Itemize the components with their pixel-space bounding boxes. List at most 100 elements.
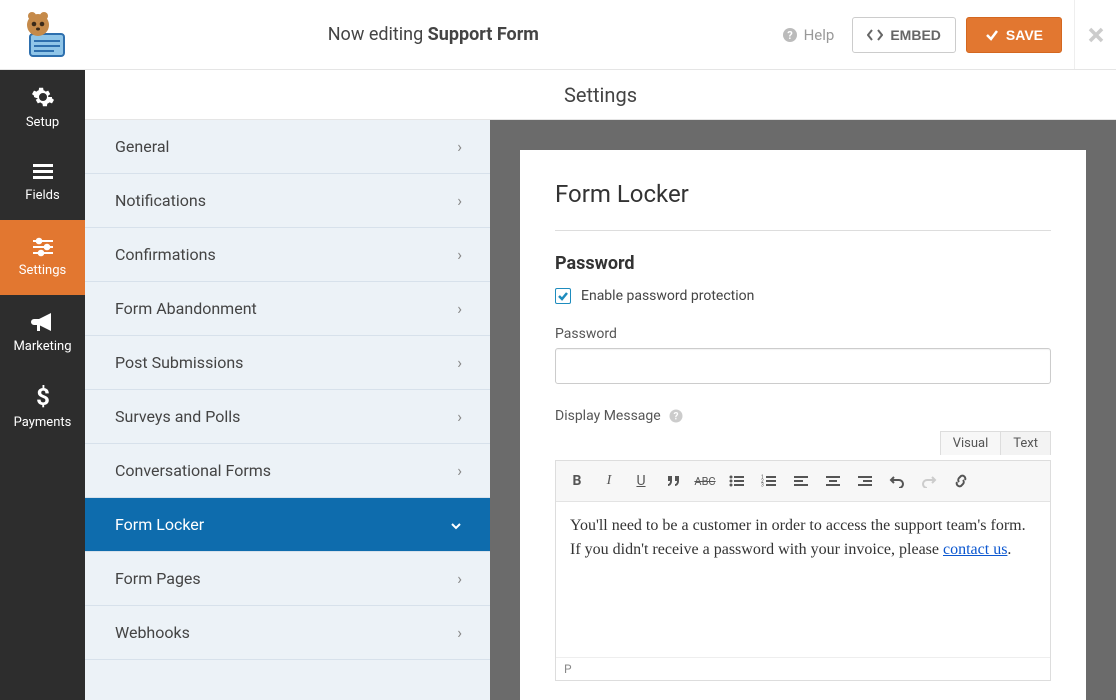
- gear-icon: [31, 85, 55, 109]
- embed-button[interactable]: EMBED: [852, 17, 956, 53]
- chevron-right-icon: ›: [457, 353, 462, 372]
- code-icon: [867, 28, 883, 42]
- settings-item-label: Notifications: [115, 191, 206, 210]
- align-right-button[interactable]: [850, 467, 880, 495]
- strikethrough-button[interactable]: ABC: [690, 467, 720, 495]
- settings-item-label: Webhooks: [115, 623, 190, 642]
- now-editing-label: Now editing Support Form: [85, 24, 782, 45]
- embed-label: EMBED: [890, 27, 941, 43]
- save-label: SAVE: [1006, 27, 1043, 43]
- chevron-right-icon: ›: [457, 137, 462, 156]
- help-icon: ?: [782, 27, 798, 43]
- redo-button[interactable]: [914, 467, 944, 495]
- sidebar-item-payments[interactable]: $ Payments: [0, 370, 85, 445]
- message-text-suffix: .: [1007, 541, 1011, 558]
- list-icon: [31, 162, 55, 182]
- close-icon: [1087, 26, 1105, 44]
- chevron-right-icon: ›: [457, 623, 462, 642]
- blockquote-button[interactable]: [658, 467, 688, 495]
- enable-password-label: Enable password protection: [581, 288, 754, 304]
- panel-title: Form Locker: [555, 180, 1051, 208]
- italic-button[interactable]: I: [594, 467, 624, 495]
- settings-item-form-pages[interactable]: Form Pages ›: [85, 552, 490, 606]
- help-link[interactable]: ? Help: [782, 26, 835, 44]
- enable-password-checkbox[interactable]: [555, 288, 571, 304]
- svg-text:$: $: [36, 385, 50, 409]
- settings-item-label: Form Pages: [115, 569, 201, 588]
- rich-text-editor: Visual Text B I U ABC 123: [555, 460, 1051, 681]
- svg-text:3: 3: [761, 483, 764, 489]
- svg-text:?: ?: [673, 412, 678, 423]
- chevron-right-icon: ›: [457, 569, 462, 588]
- chevron-right-icon: ›: [457, 461, 462, 480]
- password-input[interactable]: [555, 348, 1051, 384]
- sidebar-item-label: Setup: [26, 115, 59, 130]
- settings-item-label: General: [115, 137, 169, 156]
- svg-text:?: ?: [787, 29, 793, 42]
- display-message-label: Display Message: [555, 408, 661, 424]
- help-label: Help: [804, 26, 835, 44]
- settings-item-label: Surveys and Polls: [115, 407, 240, 426]
- sidebar-item-label: Marketing: [13, 339, 71, 354]
- editor-tab-visual[interactable]: Visual: [940, 431, 1002, 455]
- bullhorn-icon: [31, 311, 55, 333]
- numbered-list-button[interactable]: 123: [754, 467, 784, 495]
- settings-item-confirmations[interactable]: Confirmations ›: [85, 228, 490, 282]
- logo: [0, 10, 85, 60]
- sidebar-item-fields[interactable]: Fields: [0, 145, 85, 220]
- sidebar-item-label: Payments: [14, 415, 72, 430]
- settings-item-label: Post Submissions: [115, 353, 243, 372]
- divider: [555, 230, 1051, 231]
- dollar-icon: $: [34, 385, 52, 409]
- settings-item-webhooks[interactable]: Webhooks ›: [85, 606, 490, 660]
- section-password-title: Password: [555, 253, 1051, 274]
- settings-item-conversational-forms[interactable]: Conversational Forms ›: [85, 444, 490, 498]
- chevron-right-icon: ›: [457, 191, 462, 210]
- settings-item-notifications[interactable]: Notifications ›: [85, 174, 490, 228]
- settings-item-post-submissions[interactable]: Post Submissions ›: [85, 336, 490, 390]
- editing-prefix: Now editing: [328, 24, 428, 45]
- bullet-list-button[interactable]: [722, 467, 752, 495]
- sliders-icon: [31, 237, 55, 257]
- settings-list: General › Notifications › Confirmations › F…: [85, 120, 490, 700]
- save-button[interactable]: SAVE: [966, 17, 1062, 53]
- primary-sidebar: Setup Fields Settings Marketing $ Paymen…: [0, 70, 85, 700]
- password-field-label: Password: [555, 326, 1051, 342]
- settings-item-label: Form Locker: [115, 515, 204, 534]
- sidebar-item-marketing[interactable]: Marketing: [0, 295, 85, 370]
- preview-area: Form Locker Password Enable password pro…: [490, 120, 1116, 700]
- chevron-down-icon: [450, 515, 462, 534]
- chevron-right-icon: ›: [457, 299, 462, 318]
- chevron-right-icon: ›: [457, 407, 462, 426]
- align-left-button[interactable]: [786, 467, 816, 495]
- chevron-right-icon: ›: [457, 245, 462, 264]
- sidebar-item-label: Settings: [19, 263, 66, 278]
- form-name: Support Form: [428, 24, 539, 45]
- settings-item-form-abandonment[interactable]: Form Abandonment ›: [85, 282, 490, 336]
- sidebar-item-setup[interactable]: Setup: [0, 70, 85, 145]
- link-button[interactable]: [946, 467, 976, 495]
- settings-item-label: Confirmations: [115, 245, 216, 264]
- settings-item-label: Conversational Forms: [115, 461, 271, 480]
- editor-status-bar: P: [556, 657, 1050, 680]
- topbar: Now editing Support Form ? Help EMBED SA…: [0, 0, 1116, 70]
- align-center-button[interactable]: [818, 467, 848, 495]
- settings-item-surveys-polls[interactable]: Surveys and Polls ›: [85, 390, 490, 444]
- sidebar-item-settings[interactable]: Settings: [0, 220, 85, 295]
- form-locker-panel: Form Locker Password Enable password pro…: [520, 150, 1086, 700]
- editor-content[interactable]: You'll need to be a customer in order to…: [556, 502, 1050, 657]
- settings-item-general[interactable]: General ›: [85, 120, 490, 174]
- settings-item-label: Form Abandonment: [115, 299, 257, 318]
- check-icon: [985, 28, 999, 42]
- editor-tab-text[interactable]: Text: [1001, 431, 1051, 455]
- bold-button[interactable]: B: [562, 467, 592, 495]
- contact-us-link[interactable]: contact us: [943, 541, 1007, 558]
- sidebar-item-label: Fields: [25, 188, 59, 203]
- settings-item-form-locker[interactable]: Form Locker: [85, 498, 490, 552]
- help-icon[interactable]: ?: [669, 409, 683, 423]
- page-title: Settings: [85, 70, 1116, 120]
- underline-button[interactable]: U: [626, 467, 656, 495]
- editor-toolbar: B I U ABC 123: [556, 461, 1050, 502]
- undo-button[interactable]: [882, 467, 912, 495]
- close-button[interactable]: [1074, 0, 1116, 69]
